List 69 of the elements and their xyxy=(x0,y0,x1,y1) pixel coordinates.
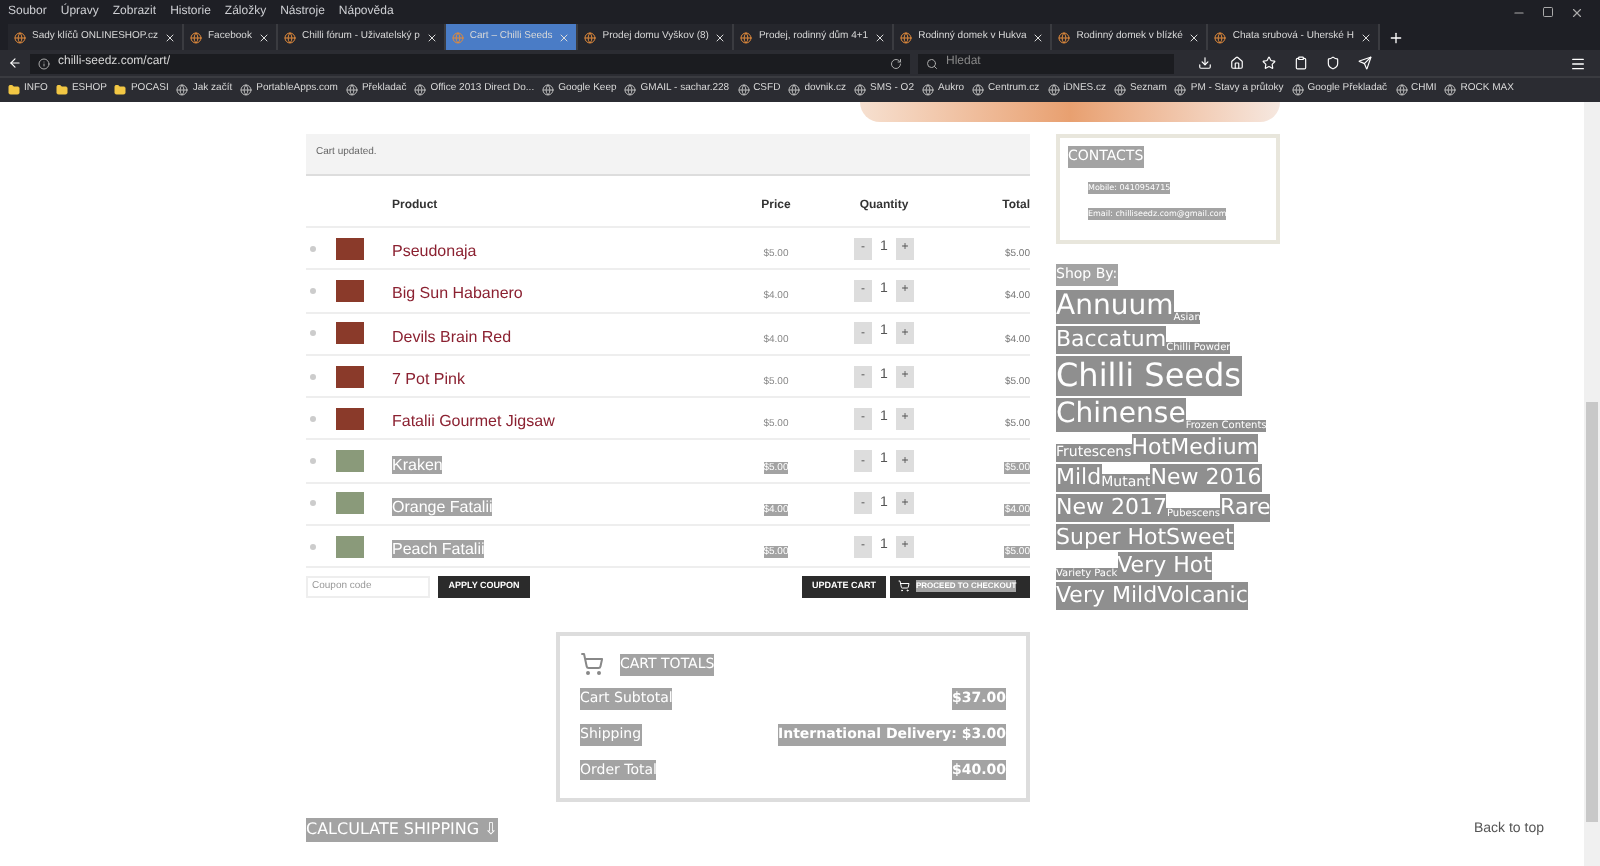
product-link[interactable]: Big Sun Habanero xyxy=(392,284,523,303)
globe-icon xyxy=(542,84,555,96)
photo-placeholder xyxy=(336,322,364,345)
product-link[interactable]: Fatalii Gourmet Jigsaw xyxy=(392,412,555,431)
photo-placeholder xyxy=(336,237,364,260)
favicon-icon xyxy=(190,31,202,43)
maximize-icon[interactable] xyxy=(1542,6,1554,18)
photo-placeholder xyxy=(336,535,364,558)
globe-icon xyxy=(624,84,637,96)
favicon-icon xyxy=(740,31,753,43)
globe-icon xyxy=(1395,84,1408,96)
photo-placeholder xyxy=(336,407,364,430)
product-link[interactable]: Pseudonaja xyxy=(392,242,477,261)
close-icon[interactable] xyxy=(1032,31,1045,43)
photo-placeholder xyxy=(336,450,364,473)
favicon-icon xyxy=(1214,31,1227,43)
home-icon[interactable] xyxy=(1230,56,1244,70)
new-tab-icon[interactable] xyxy=(1387,30,1404,46)
globe-icon xyxy=(345,84,358,96)
download-icon[interactable] xyxy=(1198,56,1212,70)
globe-icon xyxy=(1444,84,1457,96)
favicon-icon xyxy=(584,31,597,43)
close-icon[interactable] xyxy=(164,31,176,43)
close-icon[interactable] xyxy=(257,31,270,43)
favicon-icon xyxy=(14,31,26,43)
globe-icon xyxy=(240,84,253,96)
favicon-icon xyxy=(900,31,913,43)
back-arrow-icon[interactable] xyxy=(8,56,22,70)
globe-icon xyxy=(1114,84,1127,96)
close-icon[interactable] xyxy=(425,31,438,43)
globe-icon xyxy=(176,84,189,96)
globe-icon xyxy=(972,84,985,96)
search-icon xyxy=(926,57,938,69)
star-icon[interactable] xyxy=(1262,56,1276,70)
close-icon[interactable] xyxy=(1188,31,1201,43)
folder-icon xyxy=(8,84,20,96)
send-icon[interactable] xyxy=(1358,56,1372,70)
reload-icon[interactable] xyxy=(890,57,902,69)
cart-icon xyxy=(580,652,604,677)
product-link[interactable]: 7 Pot Pink xyxy=(392,370,465,389)
info-icon xyxy=(38,57,50,69)
favicon-icon xyxy=(451,31,464,43)
folder-icon xyxy=(114,84,127,96)
globe-icon xyxy=(1291,84,1304,96)
globe-icon xyxy=(788,84,801,96)
folder-icon xyxy=(55,84,68,96)
clipboard-icon[interactable] xyxy=(1294,56,1308,70)
photo-placeholder xyxy=(336,279,364,302)
product-link[interactable]: Devils Brain Red xyxy=(392,327,512,346)
shield-icon[interactable] xyxy=(1326,56,1340,70)
globe-icon xyxy=(854,84,867,96)
favicon-icon xyxy=(283,31,296,43)
close-window-icon[interactable] xyxy=(1570,6,1584,20)
globe-icon xyxy=(1047,84,1060,96)
globe-icon xyxy=(1174,84,1187,96)
globe-icon xyxy=(921,84,934,96)
photo-placeholder xyxy=(336,365,364,388)
close-icon[interactable] xyxy=(714,31,727,43)
close-icon[interactable] xyxy=(1359,31,1372,43)
scrollbar[interactable] xyxy=(1584,102,1600,866)
photo-placeholder xyxy=(336,492,364,515)
cart-icon xyxy=(898,580,910,593)
globe-icon xyxy=(737,84,750,96)
menu-icon[interactable] xyxy=(1570,55,1586,71)
scrollbar-thumb[interactable] xyxy=(1586,402,1598,822)
close-icon[interactable] xyxy=(874,31,887,43)
globe-icon xyxy=(414,84,427,96)
minimize-icon[interactable] xyxy=(1512,6,1526,20)
favicon-icon xyxy=(1058,31,1071,43)
